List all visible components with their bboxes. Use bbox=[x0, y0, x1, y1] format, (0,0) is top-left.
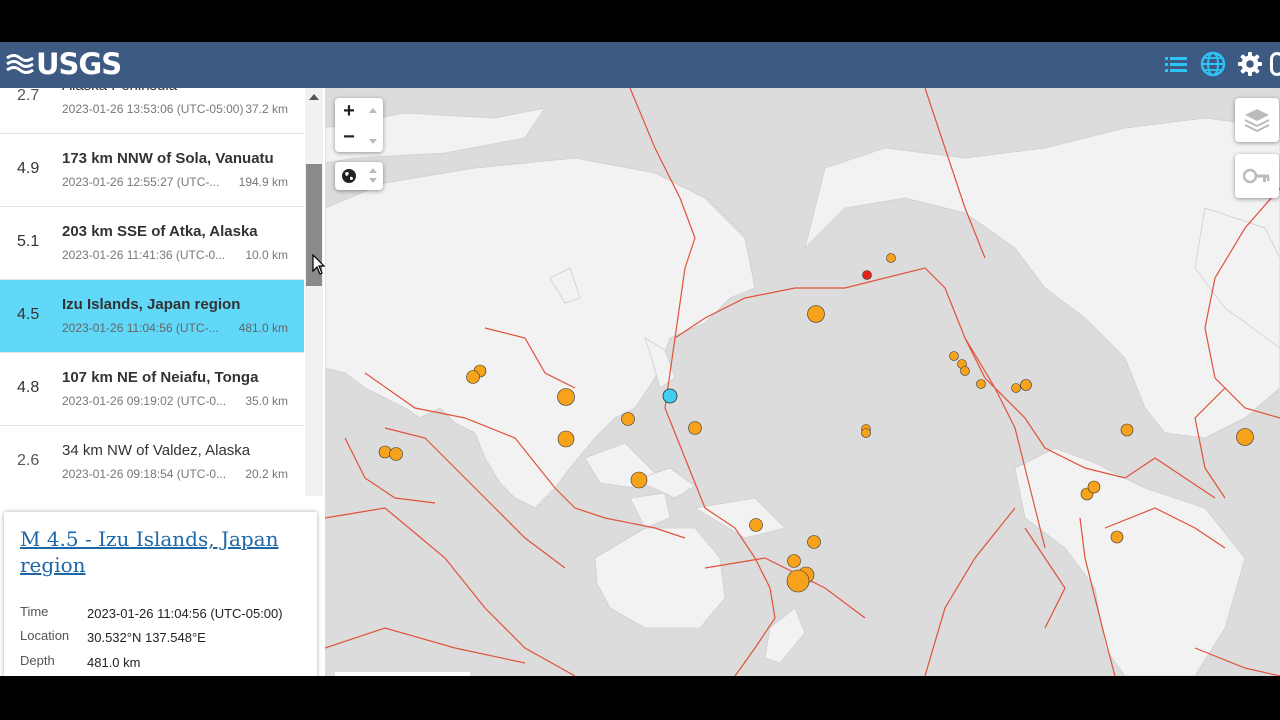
world-map[interactable] bbox=[324, 87, 1280, 676]
event-time: 2023-01-26 09:19:02 (UTC-0... bbox=[62, 394, 227, 408]
zoom-spin-down-icon[interactable] bbox=[369, 139, 377, 144]
projection-spin-up-icon[interactable] bbox=[369, 168, 377, 173]
map-view[interactable]: + − bbox=[324, 87, 1280, 676]
event-title-link[interactable]: M 4.5 - Izu Islands, Japan region bbox=[20, 526, 310, 578]
event-list-item[interactable]: 2.6 34 km NW of Valdez, Alaska 2023-01-26 … bbox=[0, 426, 304, 496]
event-place: 203 km SSE of Atka, Alaska bbox=[62, 223, 258, 240]
legend-button[interactable] bbox=[1235, 154, 1279, 198]
event-magnitude: 2.6 bbox=[17, 452, 40, 469]
projection-control bbox=[335, 162, 383, 190]
event-place: 34 km NW of Valdez, Alaska bbox=[62, 442, 251, 459]
location-label: Location bbox=[20, 628, 70, 643]
logo-text: USGS bbox=[36, 47, 122, 81]
help-icon[interactable] bbox=[1270, 52, 1280, 76]
depth-value: 481.0 km bbox=[87, 655, 141, 670]
event-place: 107 km NE of Neiafu, Tonga bbox=[62, 369, 259, 386]
event-list-item[interactable]: 5.1 203 km SSE of Atka, Alaska 2023-01-26 … bbox=[0, 207, 304, 280]
event-magnitude: 4.5 bbox=[17, 306, 40, 323]
event-depth: 20.2 km bbox=[245, 467, 288, 481]
zoom-spin-up-icon[interactable] bbox=[369, 108, 377, 113]
event-list-item-selected[interactable]: 4.5 Izu Islands, Japan region 2023-01-26 1… bbox=[0, 280, 304, 353]
event-place: Izu Islands, Japan region bbox=[62, 296, 241, 313]
selected-event-marker[interactable] bbox=[662, 388, 678, 404]
event-depth: 481.0 km bbox=[238, 321, 288, 335]
event-magnitude: 2.7 bbox=[17, 88, 40, 104]
event-time: 2023-01-26 09:18:54 (UTC-0... bbox=[62, 467, 227, 481]
event-time: 2023-01-26 11:04:56 (UTC-... bbox=[62, 321, 219, 335]
event-list-item[interactable]: 4.8 107 km NE of Neiafu, Tonga 2023-01-26 … bbox=[0, 353, 304, 426]
list-icon[interactable] bbox=[1162, 50, 1190, 78]
event-place: Alaska Peninsula bbox=[62, 88, 177, 94]
event-magnitude: 4.9 bbox=[17, 160, 40, 177]
event-time: 2023-01-26 13:53:06 (UTC-05:00) bbox=[62, 102, 244, 116]
depth-label: Depth bbox=[20, 653, 55, 668]
event-magnitude: 5.1 bbox=[17, 233, 40, 250]
event-depth: 10.0 km bbox=[245, 248, 288, 262]
event-depth: 37.2 km bbox=[245, 102, 288, 116]
event-list: 2.7 Alaska Peninsula 2023-01-26 13:53:06 (… bbox=[0, 88, 304, 496]
event-depth: 35.0 km bbox=[245, 394, 288, 408]
browser-viewport: USGS 2.7 2023-01-26 13:53:06 (UTC-05:00)… bbox=[0, 42, 1280, 676]
time-value: 2023-01-26 11:04:56 (UTC-05:00) bbox=[87, 606, 283, 621]
usgs-logo[interactable]: USGS bbox=[6, 47, 122, 81]
gear-icon[interactable] bbox=[1236, 50, 1264, 78]
event-time: 2023-01-26 11:41:36 (UTC-0... bbox=[62, 248, 226, 262]
list-scrollbar[interactable] bbox=[305, 88, 323, 496]
projection-spin-down-icon[interactable] bbox=[369, 178, 377, 183]
layers-icon bbox=[1244, 109, 1270, 133]
globe-small-icon[interactable] bbox=[341, 168, 357, 184]
event-magnitude: 4.8 bbox=[17, 379, 40, 396]
event-time: 2023-01-26 12:55:27 (UTC-... bbox=[62, 175, 220, 189]
event-sidebar: 2.7 Alaska Peninsula 2023-01-26 13:53:06 (… bbox=[0, 88, 325, 676]
globe-icon[interactable] bbox=[1199, 50, 1227, 78]
time-label: Time bbox=[20, 604, 49, 619]
event-depth: 194.9 km bbox=[238, 175, 288, 189]
event-detail-card: M 4.5 - Izu Islands, Japan region Time 2… bbox=[4, 512, 317, 676]
layers-button[interactable] bbox=[1235, 98, 1279, 142]
scroll-up-arrow-icon[interactable] bbox=[309, 94, 319, 100]
key-icon bbox=[1243, 168, 1270, 184]
usgs-waves-icon bbox=[6, 52, 34, 76]
zoom-control: + − bbox=[335, 98, 383, 152]
location-value: 30.532°N 137.548°E bbox=[87, 630, 206, 645]
event-list-item[interactable]: 2.7 Alaska Peninsula 2023-01-26 13:53:06 (… bbox=[0, 88, 304, 134]
mouse-cursor-icon bbox=[312, 254, 326, 275]
zoom-in-button[interactable]: + bbox=[337, 99, 361, 125]
app-header: USGS bbox=[0, 42, 1280, 88]
event-list-item[interactable]: 4.9 173 km NNW of Sola, Vanuatu 2023-01-26… bbox=[0, 134, 304, 207]
event-place: 173 km NNW of Sola, Vanuatu bbox=[62, 150, 274, 167]
zoom-out-button[interactable]: − bbox=[337, 125, 361, 151]
